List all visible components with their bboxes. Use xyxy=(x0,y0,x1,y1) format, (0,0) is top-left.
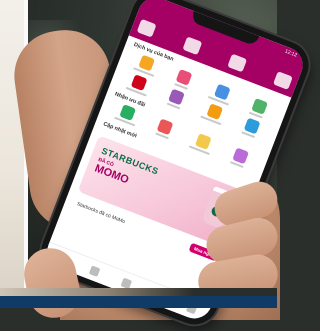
scan-icon[interactable] xyxy=(227,53,248,73)
background-left-wall xyxy=(0,0,26,308)
card-icon[interactable] xyxy=(272,71,293,90)
transfer-icon[interactable] xyxy=(182,36,203,56)
background-bottom-band xyxy=(0,296,277,308)
background-table xyxy=(0,288,277,296)
promo-icon[interactable] xyxy=(88,264,101,277)
wallet-icon[interactable] xyxy=(136,18,157,38)
status-time: 12:12 xyxy=(283,48,298,59)
